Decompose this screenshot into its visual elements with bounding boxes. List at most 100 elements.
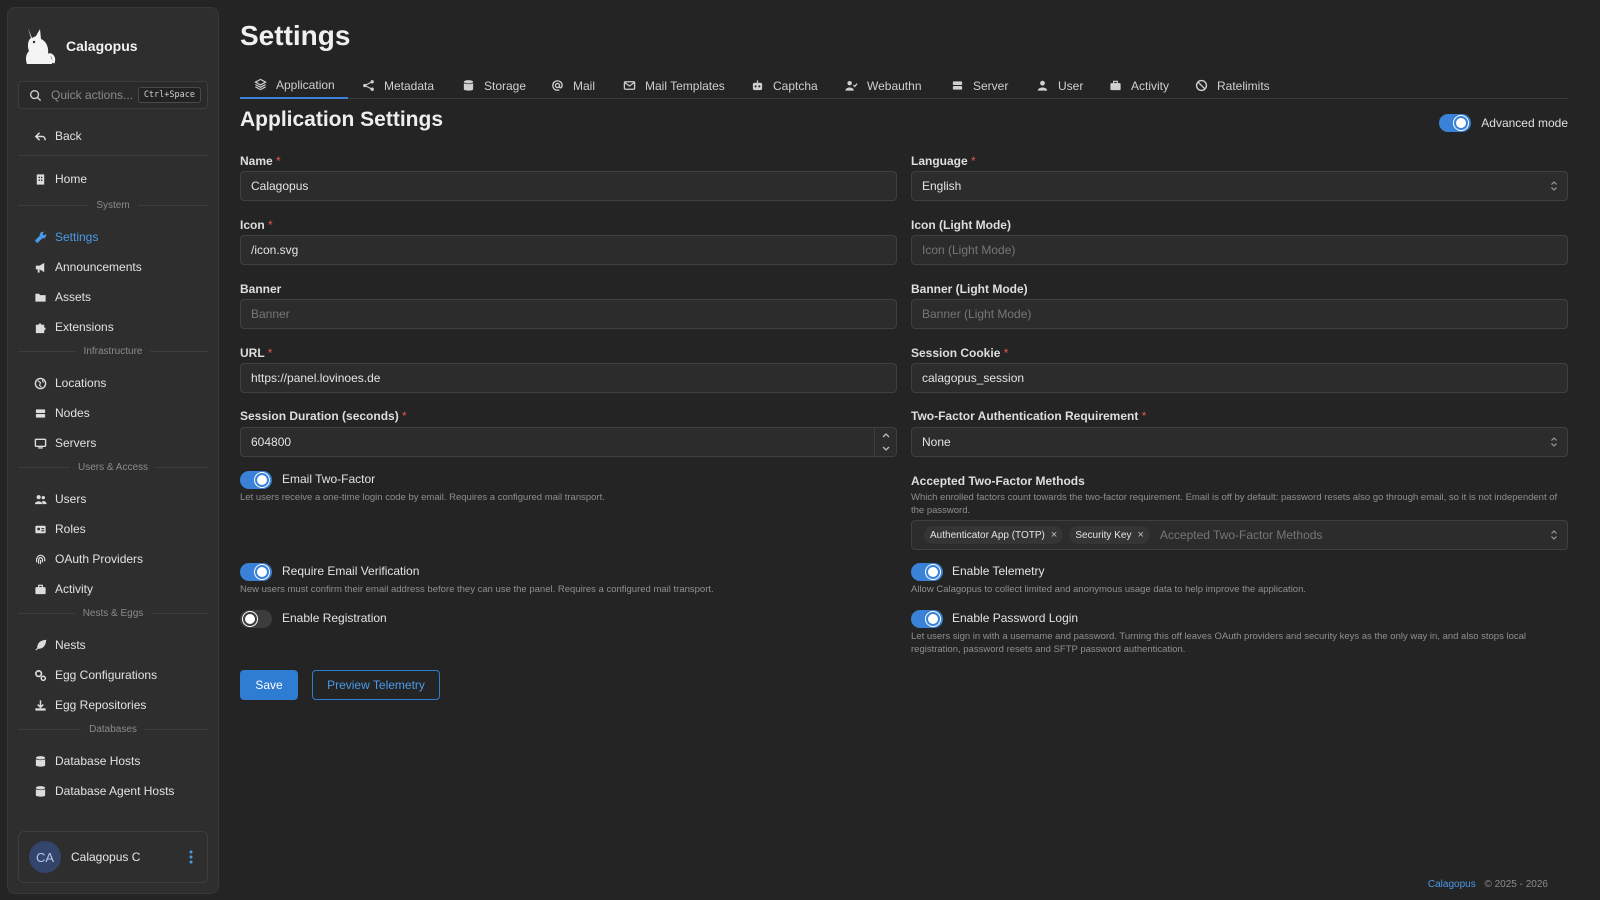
wrench-icon	[34, 231, 47, 243]
sidebar-item-activity[interactable]: Activity	[18, 576, 208, 602]
sidebar-item-settings[interactable]: Settings	[18, 224, 208, 250]
tab-storage[interactable]: Storage	[462, 72, 526, 99]
sidebar-item-egg-configurations[interactable]: Egg Configurations	[18, 662, 208, 688]
sidebar-item-assets[interactable]: Assets	[18, 284, 208, 310]
two-factor-requirement-select[interactable]: None	[911, 427, 1568, 457]
brand[interactable]: Calagopus	[22, 26, 138, 66]
sidebar-item-nests[interactable]: Nests	[18, 632, 208, 658]
accepted-methods-placeholder: Accepted Two-Factor Methods	[1159, 528, 1323, 542]
advanced-mode-toggle[interactable]	[1439, 114, 1472, 132]
chip-security-key: Security Key ×	[1069, 526, 1150, 544]
chevron-down-icon[interactable]	[875, 442, 897, 456]
sidebar-group-nests: Nests & Eggs	[18, 606, 208, 620]
save-button[interactable]: Save	[240, 670, 298, 700]
server-stack-icon	[35, 408, 46, 418]
tab-metadata[interactable]: Metadata	[362, 72, 434, 99]
language-select[interactable]: English	[911, 171, 1568, 201]
session-cookie-input[interactable]: calagopus_session	[911, 363, 1568, 393]
tab-activity[interactable]: Activity	[1109, 72, 1169, 99]
sidebar-item-egg-repositories[interactable]: Egg Repositories	[18, 692, 208, 718]
kebab-menu-icon[interactable]	[185, 849, 197, 865]
enable-telemetry-toggle[interactable]	[911, 563, 943, 581]
sidebar-item-label: Servers	[55, 436, 97, 450]
briefcase-icon	[35, 584, 46, 594]
url-label: URL *	[240, 346, 273, 360]
tab-mail[interactable]: Mail	[551, 72, 595, 99]
name-input[interactable]: Calagopus	[240, 171, 897, 201]
sidebar-item-database-hosts[interactable]: Database Hosts	[18, 748, 208, 774]
icon-light-label: Icon (Light Mode)	[911, 218, 1011, 232]
select-chevron-icon	[1551, 181, 1557, 191]
sidebar-item-label: Announcements	[55, 260, 142, 274]
footer: Calagopus © 2025 - 2026	[1428, 879, 1548, 890]
back-arrow-icon	[34, 131, 46, 141]
avatar[interactable]: CA	[29, 841, 61, 873]
tab-ratelimits[interactable]: Ratelimits	[1195, 72, 1270, 99]
server-icon	[952, 81, 963, 90]
building-icon	[36, 173, 45, 185]
user-icon	[1037, 80, 1048, 91]
tab-webauthn[interactable]: Webauthn	[845, 72, 922, 99]
sidebar-item-nodes[interactable]: Nodes	[18, 400, 208, 426]
sidebar-item-back[interactable]: Back	[18, 123, 208, 149]
accepted-methods-multiselect[interactable]: Authenticator App (TOTP) × Security Key × …	[911, 520, 1568, 550]
sidebar-item-locations[interactable]: Locations	[18, 370, 208, 396]
sidebar-item-servers[interactable]: Servers	[18, 430, 208, 456]
sidebar-group-infrastructure: Infrastructure	[18, 344, 208, 358]
require-email-verification-description: New users must confirm their email addre…	[240, 584, 714, 595]
sidebar-item-roles[interactable]: Roles	[18, 516, 208, 542]
sidebar-item-oauth[interactable]: OAuth Providers	[18, 546, 208, 572]
globe-icon	[34, 377, 47, 389]
user-card[interactable]: CA Calagopus C	[18, 831, 208, 883]
tab-mail-templates[interactable]: Mail Templates	[623, 72, 725, 99]
sidebar-item-label: Database Agent Hosts	[55, 784, 175, 798]
settings-tabs: Application Metadata Storage Mail Mail T…	[240, 72, 1568, 99]
remove-chip-icon[interactable]: ×	[1137, 529, 1143, 541]
sidebar-group-databases: Databases	[18, 722, 208, 736]
email-two-factor-toggle[interactable]	[240, 471, 272, 489]
sidebar-item-label: Locations	[55, 376, 107, 390]
enable-registration-toggle[interactable]	[240, 610, 272, 628]
banner-light-input[interactable]: Banner (Light Mode)	[911, 299, 1568, 329]
chevron-up-icon[interactable]	[875, 428, 897, 442]
url-input[interactable]: https://panel.lovinoes.de	[240, 363, 897, 393]
icon-label: Icon *	[240, 218, 273, 232]
database-icon	[463, 80, 474, 91]
sidebar-item-users[interactable]: Users	[18, 486, 208, 512]
session-duration-input[interactable]: 604800	[240, 427, 897, 457]
enable-telemetry-description: Allow Calagopus to collect limited and a…	[911, 584, 1307, 595]
icon-input[interactable]: /icon.svg	[240, 235, 897, 265]
quick-actions-search[interactable]: Quick actions... Ctrl+Space	[18, 81, 208, 109]
sidebar-item-label: Activity	[55, 582, 94, 596]
sidebar: Calagopus Quick actions... Ctrl+Space Ba…	[7, 7, 219, 894]
number-stepper[interactable]	[874, 428, 896, 456]
banner-input[interactable]: Banner	[240, 299, 897, 329]
users-icon	[34, 494, 47, 504]
email-two-factor-label: Email Two-Factor	[282, 472, 376, 486]
sidebar-item-label: Nodes	[55, 406, 90, 420]
id-card-icon	[35, 525, 46, 533]
require-email-verification-toggle[interactable]	[240, 563, 272, 581]
tab-user[interactable]: User	[1036, 72, 1083, 99]
at-sign-icon	[552, 80, 563, 91]
preview-telemetry-button[interactable]: Preview Telemetry	[312, 670, 440, 700]
cogs-icon	[35, 669, 47, 681]
sidebar-item-database-agent-hosts[interactable]: Database Agent Hosts	[18, 778, 208, 804]
footer-brand-link[interactable]: Calagopus	[1428, 879, 1476, 890]
sidebar-item-home[interactable]: Home	[18, 166, 208, 192]
tab-captcha[interactable]: Captcha	[751, 72, 818, 99]
share-icon	[363, 80, 374, 91]
sidebar-item-label: Egg Configurations	[55, 668, 158, 682]
remove-chip-icon[interactable]: ×	[1051, 529, 1057, 541]
enable-telemetry-label: Enable Telemetry	[952, 564, 1045, 578]
accepted-methods-description: Which enrolled factors count towards the…	[911, 492, 1558, 516]
tab-server[interactable]: Server	[951, 72, 1008, 99]
require-email-verification-label: Require Email Verification	[282, 564, 420, 578]
tab-application[interactable]: Application	[240, 72, 348, 99]
sidebar-item-announcements[interactable]: Announcements	[18, 254, 208, 280]
briefcase-icon	[1110, 80, 1121, 91]
sidebar-item-extensions[interactable]: Extensions	[18, 314, 208, 340]
enable-password-login-toggle[interactable]	[911, 610, 943, 628]
icon-light-input[interactable]: Icon (Light Mode)	[911, 235, 1568, 265]
mail-template-icon	[623, 81, 636, 90]
